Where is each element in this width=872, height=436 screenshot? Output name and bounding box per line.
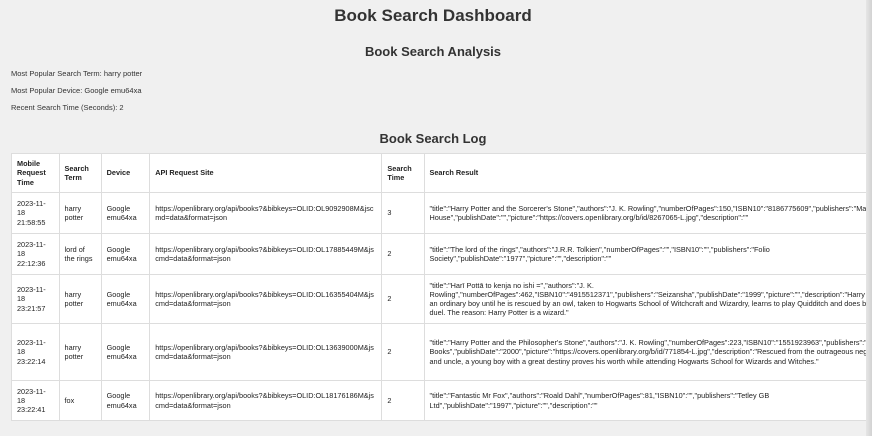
cell-request-time: 2023-11-18 22:12:36 <box>11 233 60 275</box>
cell-search-result: "title":"Harry Potter and the Sorcerer's… <box>423 192 866 234</box>
cell-search-time: 2 <box>381 274 425 324</box>
search-log-table: Mobile Request Time Search Term Device A… <box>11 153 866 421</box>
popular-device-stat: Most Popular Device: Google emu64xa <box>11 86 142 95</box>
cell-search-time: 2 <box>381 380 425 421</box>
popular-term-stat: Most Popular Search Term: harry potter <box>11 69 143 78</box>
table-header-row: Mobile Request Time Search Term Device A… <box>11 153 866 193</box>
window-edge <box>866 0 872 436</box>
analysis-title: Book Search Analysis <box>364 44 502 59</box>
cell-search-term: harry potter <box>58 192 102 234</box>
cell-api-site: https://openlibrary.org/api/books?&bibke… <box>149 380 383 421</box>
cell-search-term: harry potter <box>58 274 102 324</box>
search-log-table-container[interactable]: Mobile Request Time Search Term Device A… <box>11 153 866 421</box>
header-request-time: Mobile Request Time <box>11 153 60 193</box>
cell-search-result: "title":"Harry Potter and the Philosophe… <box>423 323 866 381</box>
cell-search-time: 2 <box>381 233 425 275</box>
log-title: Book Search Log <box>379 131 487 146</box>
cell-search-result: "title":"Harī Pottā to kenja no ishi =",… <box>423 274 866 324</box>
cell-search-term: lord of the rings <box>58 233 102 275</box>
cell-request-time: 2023-11-18 21:58:55 <box>11 192 60 234</box>
cell-search-result: "title":"Fantastic Mr Fox","authors":"Ro… <box>423 380 866 421</box>
page-title: Book Search Dashboard <box>334 6 532 25</box>
cell-request-time: 2023-11-18 23:22:14 <box>11 323 60 381</box>
cell-api-site: https://openlibrary.org/api/books?&bibke… <box>149 233 383 275</box>
cell-device: Google emu64xa <box>100 192 151 234</box>
recent-time-stat: Recent Search Time (Seconds): 2 <box>11 103 124 112</box>
table-row: 2023-11-18 23:22:41 fox Google emu64xa h… <box>11 380 866 421</box>
cell-request-time: 2023-11-18 23:22:41 <box>11 380 60 421</box>
cell-api-site: https://openlibrary.org/api/books?&bibke… <box>149 323 383 381</box>
cell-search-time: 3 <box>381 192 425 234</box>
cell-search-term: fox <box>58 380 102 421</box>
table-row: 2023-11-18 22:12:36 lord of the rings Go… <box>11 233 866 275</box>
cell-search-time: 2 <box>381 323 425 381</box>
cell-api-site: https://openlibrary.org/api/books?&bibke… <box>149 274 383 324</box>
cell-search-result: "title":"The lord of the rings","authors… <box>423 233 866 275</box>
table-row: 2023-11-18 21:58:55 harry potter Google … <box>11 192 866 234</box>
header-search-result: Search Result <box>423 153 866 193</box>
cell-device: Google emu64xa <box>100 233 151 275</box>
cell-search-term: harry potter <box>58 323 102 381</box>
header-api-site: API Request Site <box>149 153 383 193</box>
cell-device: Google emu64xa <box>100 380 151 421</box>
header-search-time: Search Time <box>381 153 425 193</box>
table-row: 2023-11-18 23:22:14 harry potter Google … <box>11 323 866 381</box>
header-search-term: Search Term <box>58 153 102 193</box>
cell-device: Google emu64xa <box>100 323 151 381</box>
cell-request-time: 2023-11-18 23:21:57 <box>11 274 60 324</box>
cell-api-site: https://openlibrary.org/api/books?&bibke… <box>149 192 383 234</box>
table-row: 2023-11-18 23:21:57 harry potter Google … <box>11 274 866 324</box>
header-device: Device <box>100 153 151 193</box>
cell-device: Google emu64xa <box>100 274 151 324</box>
